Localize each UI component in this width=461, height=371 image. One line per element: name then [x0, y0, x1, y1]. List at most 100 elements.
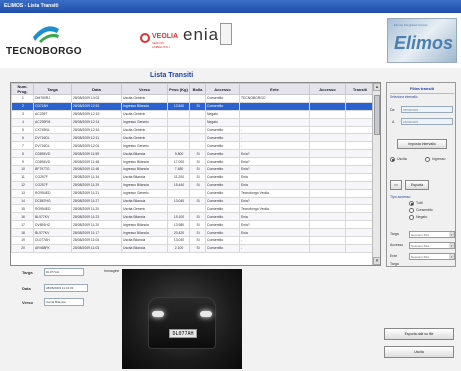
- table-row[interactable]: 18 BL977KV 28/08/2009 11:17 Ingresso Bilanc…: [11, 228, 375, 238]
- table-row[interactable]: 15 RO954ED 28/08/2009 11:20 Uscita Generic C…: [11, 204, 375, 214]
- table-cell: Ingresso Generic: [121, 117, 168, 127]
- table-cell: 28/08/2009 11:34: [71, 172, 122, 182]
- table-cell: 28/08/2009 11:27: [71, 196, 122, 206]
- col-ente[interactable]: Ente: [239, 83, 310, 95]
- table-row[interactable]: 16 BL977KV 28/08/2009 11:23 Uscita Bilancia…: [11, 212, 375, 222]
- col-accesso[interactable]: Accesso: [205, 83, 240, 95]
- table-cell: 28/08/2009 11:04: [71, 236, 122, 245]
- table-cell: [167, 109, 190, 119]
- table-row[interactable]: 7 DV716DL 28/08/2009 12:01 Ingresso Generic…: [11, 141, 375, 151]
- table-cell: [167, 117, 190, 127]
- table-row[interactable]: 20 AR468FK 28/08/2009 11:03 Uscita Bilancia…: [11, 243, 375, 253]
- photo-vehicle: [148, 297, 216, 349]
- plate-filter-select[interactable]: Nessuno filtro ▾: [409, 231, 455, 238]
- enia-logo: enia: [183, 21, 232, 51]
- table-cell: [167, 141, 190, 151]
- table-row[interactable]: 3 AC239T 28/08/2009 12:19 Uscita Generic Neg…: [11, 109, 375, 119]
- filter-panel: Filtra transiti Seleziona intervallo Da …: [386, 82, 456, 267]
- table-cell: 9: [11, 157, 34, 167]
- table-row[interactable]: 2 CD718H 28/08/2009 12:51 Ingresso Bilancia…: [11, 101, 375, 111]
- table-row[interactable]: 1 DM750RJ 28/08/2009 13:02 Uscita Generic Co…: [11, 94, 375, 103]
- table-cell: [189, 125, 206, 135]
- radio-uscita[interactable]: [390, 157, 395, 162]
- table-cell: 5: [11, 125, 34, 135]
- col-num-prog[interactable]: Num. Prog.: [11, 83, 34, 95]
- table-cell: Consentito: [205, 220, 240, 230]
- table-cell: [309, 228, 346, 238]
- table-cell: [345, 196, 375, 206]
- table-cell: Uscita Bilancia: [121, 149, 168, 159]
- table-cell: 13.040: [167, 236, 190, 245]
- table-row[interactable]: 5 CX749NL 28/08/2009 12:16 Uscita Generic Co…: [11, 125, 375, 135]
- table-row[interactable]: 8 CD894VD 28/08/2009 11:59 Uscita Bilancia 9…: [11, 149, 375, 159]
- table-cell: 10: [11, 165, 34, 174]
- table-cell: 14: [11, 196, 34, 206]
- table-cell: 28/08/2009 11:48: [71, 157, 122, 167]
- col-transiti[interactable]: Transiti: [345, 83, 375, 95]
- table-cell: Enia?: [239, 196, 310, 206]
- table-row[interactable]: 13 RO954ED 28/08/2009 11:21 Ingresso Generi…: [11, 188, 375, 198]
- col-bolla[interactable]: Bolla: [189, 83, 206, 95]
- table-cell: Si: [189, 101, 206, 111]
- table-row[interactable]: 17 DV891HZ 28/08/2009 11:20 Ingresso Bilanc…: [11, 220, 375, 230]
- table-cell: Uscita Bilancia: [121, 172, 168, 182]
- table-cell: 13.040: [167, 196, 190, 206]
- table-row[interactable]: 14 DC867HG 28/08/2009 11:27 Uscita Bilancia…: [11, 196, 375, 206]
- table-cell: 12: [11, 180, 34, 190]
- table-row[interactable]: 10 BF797TG 28/08/2009 11:46 Ingresso Bilanc…: [11, 165, 375, 174]
- table-cell: [345, 188, 375, 198]
- table-header-row: Num. Prog. Targa Data Verso Peso (Kg) Bo…: [11, 83, 375, 95]
- table-cell: Si: [189, 236, 206, 245]
- radio-access-allowed[interactable]: [409, 208, 414, 213]
- table-row[interactable]: 4 AC239FM 28/08/2009 12:14 Ingresso Generic…: [11, 117, 375, 127]
- table-cell: [345, 157, 375, 167]
- transits-table[interactable]: Num. Prog. Targa Data Verso Peso (Kg) Bo…: [10, 82, 381, 266]
- table-cell: 28/08/2009 13:02: [71, 94, 122, 103]
- export-file-button[interactable]: Esporta dati su file: [384, 328, 454, 340]
- window-titlebar: ELIMOS - Lista Transiti: [0, 0, 461, 13]
- access-filter-select[interactable]: Nessuno filtro ▾: [409, 242, 455, 249]
- scroll-up-icon[interactable]: ▴: [373, 83, 380, 91]
- table-row[interactable]: 12 CG257F 28/08/2009 11:29 Ingresso Bilanci…: [11, 180, 375, 190]
- col-verso[interactable]: Verso: [121, 83, 168, 95]
- table-cell: [309, 141, 346, 151]
- table-cell: Enia: [239, 180, 310, 190]
- col-peso[interactable]: Peso (Kg): [167, 83, 190, 95]
- table-cell: [189, 133, 206, 143]
- table-cell: Consentito: [205, 204, 240, 214]
- table-cell: [309, 172, 346, 182]
- entity-filter-select[interactable]: Nessuno filtro ▾: [409, 253, 455, 260]
- elimos-text: Elimos: [394, 33, 454, 53]
- table-cell: Ingresso Bilancia: [121, 101, 168, 111]
- table-row[interactable]: 19 DL077AH 28/08/2009 11:04 Uscita Bilancia…: [11, 236, 375, 245]
- scroll-down-icon[interactable]: ▾: [373, 257, 380, 265]
- table-cell: CG257F: [33, 180, 72, 190]
- table-cell: Consentito: [205, 228, 240, 238]
- set-interval-button[interactable]: Imposta Intervallo: [397, 139, 447, 149]
- radio-ingresso[interactable]: [425, 157, 430, 162]
- table-cell: [345, 243, 375, 253]
- radio-access-denied[interactable]: [409, 215, 414, 220]
- prev-button[interactable]: <<: [390, 180, 402, 190]
- filter-export-button[interactable]: Esporta: [405, 180, 429, 190]
- scroll-thumb[interactable]: [374, 95, 380, 135]
- col-data[interactable]: Data: [71, 83, 122, 95]
- detail-plate-label: Targa: [22, 270, 33, 275]
- chevron-down-icon: ▾: [449, 243, 454, 248]
- table-cell: 28/08/2009 12:19: [71, 109, 122, 119]
- from-date-field[interactable]: 28/08/2009: [401, 106, 453, 113]
- col-accesso-2[interactable]: Accesso: [309, 83, 346, 95]
- table-cell: Consentito: [205, 188, 240, 198]
- table-scrollbar[interactable]: ▴ ▾: [372, 83, 380, 265]
- table-row[interactable]: 6 DV716DL 28/08/2009 12:11 Uscita Generic Co…: [11, 133, 375, 143]
- table-row[interactable]: 9 CD894VD 28/08/2009 11:48 Ingresso Bilanci…: [11, 157, 375, 167]
- radio-access-denied-label: Negato: [416, 215, 428, 219]
- table-cell: 18: [11, 228, 34, 238]
- table-row[interactable]: 11 CG257F 28/08/2009 11:34 Uscita Bilancia 1…: [11, 172, 375, 182]
- table-cell: Negato: [205, 109, 240, 119]
- to-date-field[interactable]: 28/08/2009: [401, 118, 453, 125]
- table-cell: [309, 204, 346, 214]
- radio-access-all[interactable]: [409, 201, 414, 206]
- exit-button[interactable]: Uscita: [384, 346, 454, 358]
- col-targa[interactable]: Targa: [33, 83, 72, 95]
